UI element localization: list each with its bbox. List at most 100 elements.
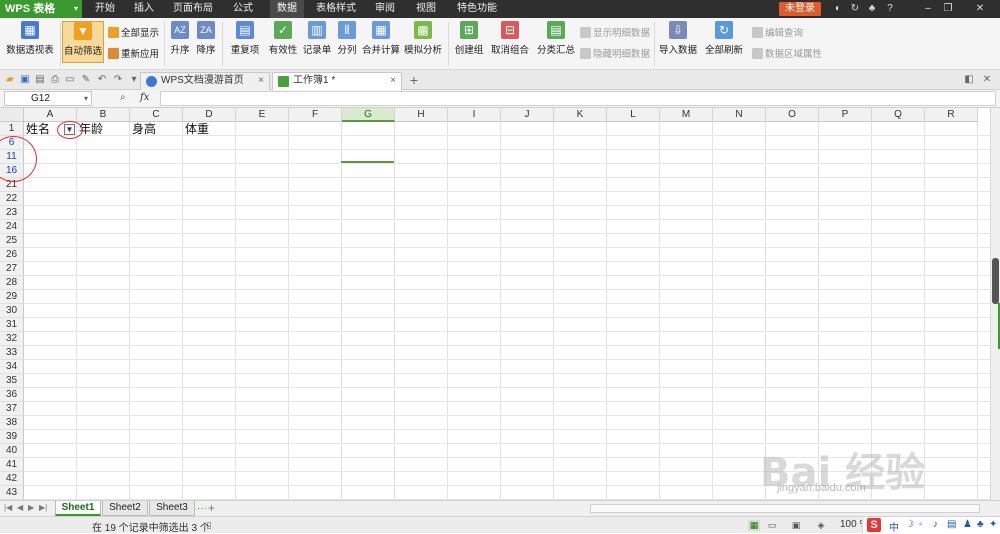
row-header-36[interactable]: 36 <box>0 388 24 402</box>
sheet-tab-sheet3[interactable]: Sheet3 <box>149 501 195 516</box>
pivot-table-button[interactable]: ▦ 数据透视表 <box>5 21 55 56</box>
column-header-f[interactable]: F <box>289 108 342 122</box>
shirt-icon[interactable]: ♣ <box>866 3 878 15</box>
import-data-button[interactable]: ⇩ 导入数据 <box>658 21 698 56</box>
tab-insert[interactable]: 插入 <box>131 0 157 18</box>
column-header-g[interactable]: G <box>342 108 395 122</box>
new-tab-icon[interactable]: + <box>408 73 420 87</box>
tab-page-layout[interactable]: 页面布局 <box>170 0 216 18</box>
reapply-button[interactable]: 重新应用 <box>108 46 159 60</box>
record-form-button[interactable]: ▥ 记录单 <box>302 21 332 56</box>
cell-d1[interactable]: 体重 <box>183 122 209 136</box>
row-header-33[interactable]: 33 <box>0 346 24 360</box>
moon-icon[interactable]: ☽ <box>905 519 914 530</box>
column-header-m[interactable]: M <box>660 108 713 122</box>
tools-icon[interactable]: ✦ <box>989 519 997 530</box>
row-header-29[interactable]: 29 <box>0 290 24 304</box>
data-area-props-button[interactable]: 数据区域属性 <box>752 46 822 60</box>
row-header-27[interactable]: 27 <box>0 262 24 276</box>
edit-query-button[interactable]: 编辑查询 <box>752 25 803 39</box>
row-header-40[interactable]: 40 <box>0 444 24 458</box>
refresh-all-button[interactable]: ↻ 全部刷新 <box>702 21 746 56</box>
cell-c1[interactable]: 身高 <box>130 122 156 136</box>
row-header-25[interactable]: 25 <box>0 234 24 248</box>
select-all-corner[interactable] <box>0 108 24 122</box>
function-icon[interactable]: fx <box>140 92 149 103</box>
row-header-26[interactable]: 26 <box>0 248 24 262</box>
close-icon[interactable]: × <box>390 73 396 89</box>
show-all-button[interactable]: 全部显示 <box>108 25 159 39</box>
what-if-button[interactable]: ▩ 模拟分析 <box>403 21 443 56</box>
row-header-32[interactable]: 32 <box>0 332 24 346</box>
group-button[interactable]: ⊞ 创建组 <box>452 21 486 56</box>
row-header-30[interactable]: 30 <box>0 304 24 318</box>
tab-view[interactable]: 视图 <box>413 0 439 18</box>
login-button[interactable]: 未登录 <box>779 2 821 16</box>
panel-icon[interactable]: ◧ <box>963 74 975 86</box>
tab-home[interactable]: 开始 <box>92 0 118 18</box>
close-icon[interactable]: × <box>258 73 264 89</box>
normal-view-icon[interactable]: ▦ <box>748 520 760 531</box>
print-preview-icon[interactable]: ▭ <box>64 74 76 86</box>
zoom-icon[interactable]: ⌕ <box>120 92 126 103</box>
column-header-n[interactable]: N <box>713 108 766 122</box>
reading-mode-icon[interactable]: ◈ <box>815 520 827 531</box>
autofilter-button[interactable]: ▼ 自动筛选 <box>62 21 104 63</box>
hide-detail-button[interactable]: 隐藏明细数据 <box>580 46 650 60</box>
page-break-view-icon[interactable]: ▣ <box>790 520 802 531</box>
row-header-37[interactable]: 37 <box>0 402 24 416</box>
customize-chevron-icon[interactable]: ▾ <box>128 74 140 86</box>
spellcheck-icon[interactable]: ✎ <box>80 74 92 86</box>
print-icon[interactable]: ⎙ <box>49 74 61 86</box>
column-header-j[interactable]: J <box>501 108 554 122</box>
sheet-tab-sheet1[interactable]: Sheet1 <box>55 501 101 516</box>
column-header-e[interactable]: E <box>236 108 289 122</box>
ime-mode[interactable]: 中 <box>889 519 899 534</box>
row-header-1[interactable]: 1 <box>0 122 24 136</box>
open-folder-icon[interactable]: ▰ <box>4 74 16 86</box>
sort-desc-button[interactable]: ZA 降序 <box>194 21 218 56</box>
row-header-41[interactable]: 41 <box>0 458 24 472</box>
column-header-i[interactable]: I <box>448 108 501 122</box>
consolidate-button[interactable]: ▦ 合并计算 <box>362 21 400 56</box>
user-icon[interactable]: ♟ <box>963 519 972 530</box>
minimize-icon[interactable]: – <box>922 3 934 15</box>
sheet-tab-sheet2[interactable]: Sheet2 <box>102 501 148 516</box>
page-layout-view-icon[interactable]: ▭ <box>766 520 778 531</box>
tab-workbook1[interactable]: 工作簿1 * × <box>272 72 402 90</box>
column-header-q[interactable]: Q <box>872 108 925 122</box>
first-sheet-icon[interactable]: |◀ <box>4 503 12 512</box>
next-sheet-icon[interactable]: ▶ <box>28 503 34 512</box>
scroll-thumb[interactable] <box>992 258 999 304</box>
row-header-43[interactable]: 43 <box>0 486 24 500</box>
row-header-22[interactable]: 22 <box>0 192 24 206</box>
cell-a1[interactable]: 姓名 <box>24 122 50 136</box>
row-header-28[interactable]: 28 <box>0 276 24 290</box>
keyboard-icon[interactable]: ▤ <box>947 519 956 530</box>
tab-table-style[interactable]: 表格样式 <box>313 0 359 18</box>
last-sheet-icon[interactable]: ▶| <box>39 503 47 512</box>
restore-icon[interactable]: ❐ <box>942 3 954 15</box>
duplicates-button[interactable]: ▤ 重复项 <box>226 21 264 56</box>
sogou-icon[interactable]: S <box>867 518 881 532</box>
skin-icon[interactable]: ◐ <box>832 3 844 15</box>
tab-review[interactable]: 审阅 <box>372 0 398 18</box>
row-header-23[interactable]: 23 <box>0 206 24 220</box>
show-detail-button[interactable]: 显示明细数据 <box>580 25 650 39</box>
column-header-d[interactable]: D <box>183 108 236 122</box>
row-header-39[interactable]: 39 <box>0 430 24 444</box>
formula-input[interactable] <box>160 91 996 106</box>
tab-formula[interactable]: 公式 <box>230 0 256 18</box>
undo-icon[interactable]: ↶ <box>96 74 108 86</box>
tab-special[interactable]: 特色功能 <box>454 0 500 18</box>
name-box[interactable]: G12 ▾ <box>4 91 92 106</box>
app-menu-button[interactable]: WPS 表格 ▾ <box>0 0 82 18</box>
mic-icon[interactable]: ♪ <box>933 519 938 530</box>
validity-button[interactable]: ✓ 有效性 <box>268 21 298 56</box>
more-sheets-icon[interactable]: ··· <box>197 503 207 514</box>
close-icon[interactable]: ✕ <box>962 3 998 15</box>
row-header-31[interactable]: 31 <box>0 318 24 332</box>
prev-sheet-icon[interactable]: ◀ <box>17 503 23 512</box>
row-header-34[interactable]: 34 <box>0 360 24 374</box>
column-header-a[interactable]: A <box>24 108 77 122</box>
